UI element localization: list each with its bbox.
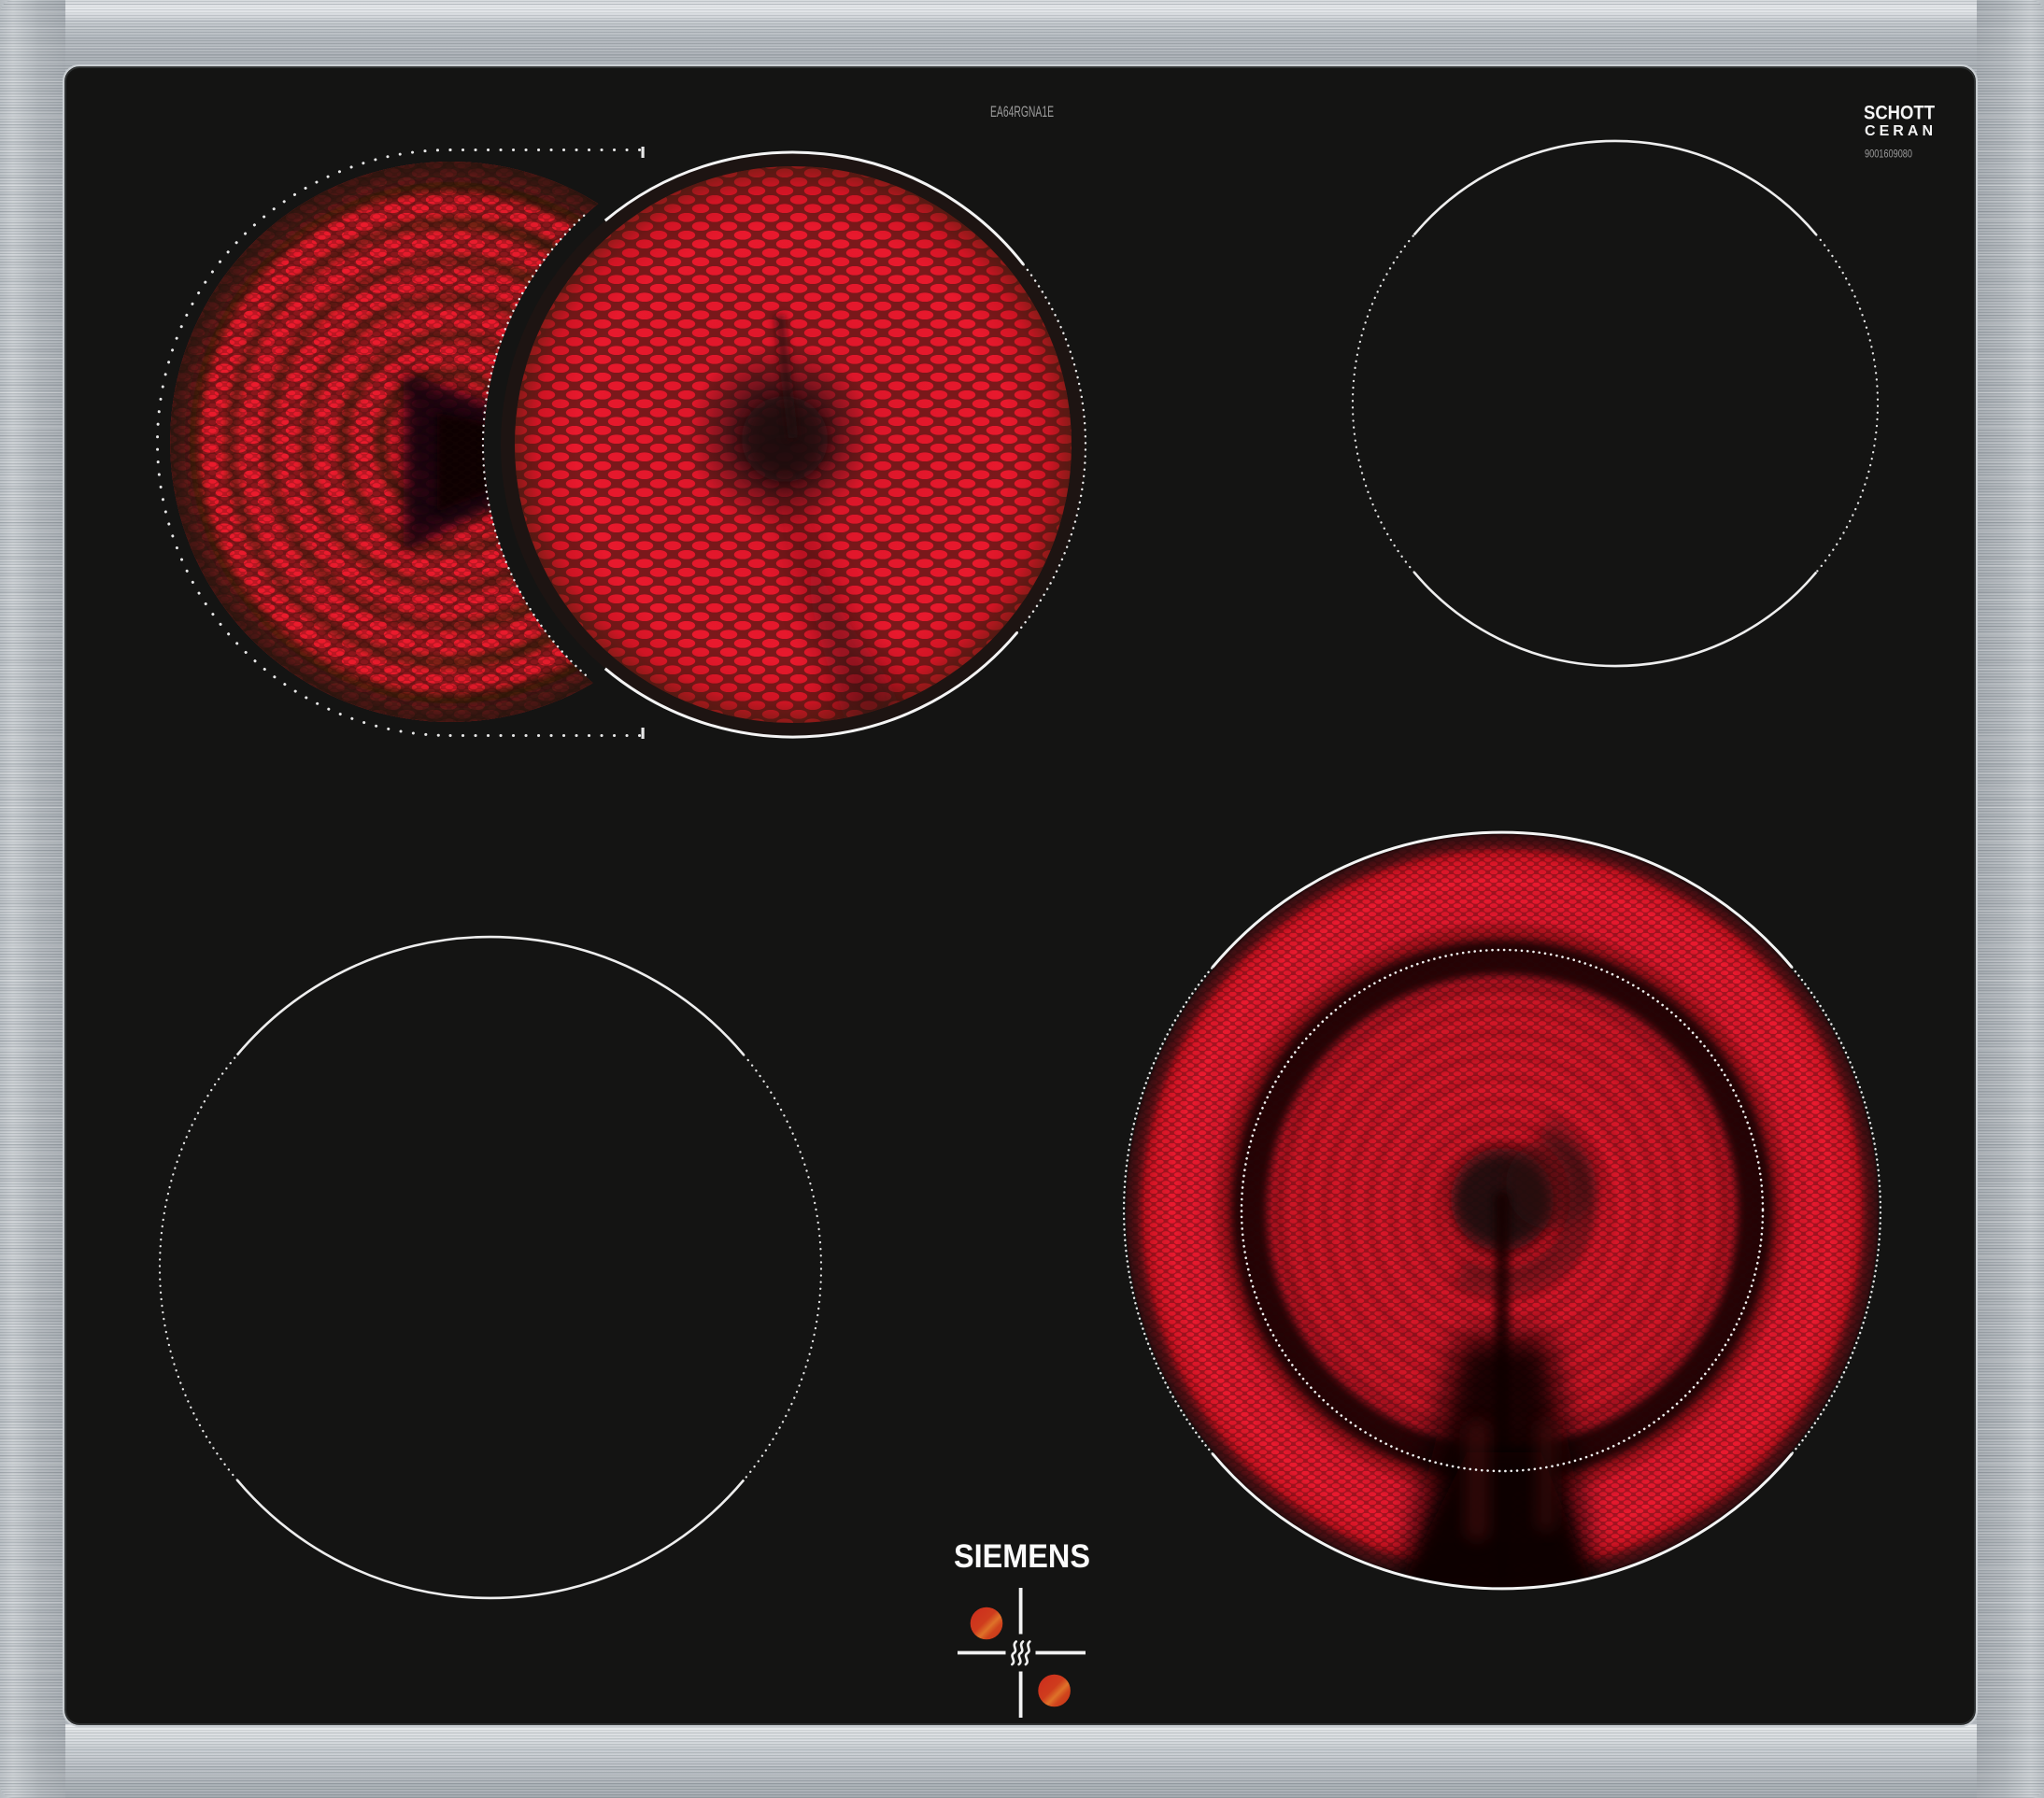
svg-text:SIEMENS: SIEMENS (954, 1537, 1090, 1575)
svg-text:9001609080: 9001609080 (1865, 148, 1912, 161)
svg-text:CERAN: CERAN (1865, 123, 1933, 139)
svg-text:SCHOTT: SCHOTT (1864, 102, 1935, 124)
svg-text:EA64RGNA1E: EA64RGNA1E (990, 104, 1054, 120)
